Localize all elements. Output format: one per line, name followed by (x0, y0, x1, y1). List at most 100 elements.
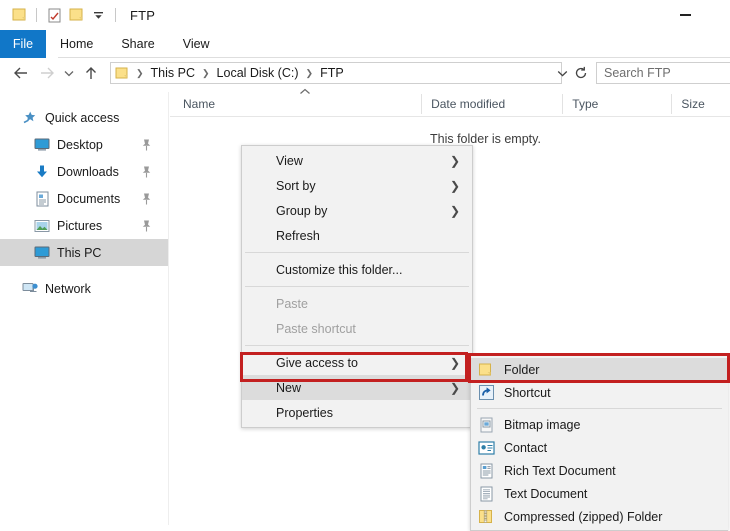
text-document-icon (477, 485, 495, 503)
column-header-type[interactable]: Type (562, 94, 671, 114)
submenu-item-label: Rich Text Document (504, 463, 616, 478)
context-menu-item-label: Paste (276, 296, 308, 311)
folder-icon[interactable] (8, 4, 30, 26)
context-menu-item-refresh[interactable]: Refresh (242, 223, 472, 248)
forward-arrow-icon (34, 60, 60, 86)
context-menu-separator-2 (245, 286, 469, 287)
chevron-right-icon: ❯ (449, 203, 460, 218)
address-bar[interactable]: ❯ This PC ❯ Local Disk (C:) ❯ FTP (110, 62, 562, 84)
context-menu-separator-3 (245, 345, 469, 346)
tab-share[interactable]: Share (107, 30, 168, 58)
tab-home[interactable]: Home (46, 30, 107, 58)
column-header-name[interactable]: Name (170, 94, 421, 114)
submenu-item-label: Contact (504, 440, 548, 455)
context-menu-item-label: Customize this folder... (276, 262, 403, 277)
context-menu-separator-1 (245, 252, 469, 253)
empty-folder-message: This folder is empty. (430, 132, 541, 146)
recent-locations-chevron-icon[interactable] (60, 60, 78, 86)
submenu-item-folder[interactable]: Folder (471, 358, 728, 381)
sidebar-item-desktop[interactable]: Desktop (0, 131, 168, 158)
column-header-date-modified[interactable]: Date modified (421, 94, 562, 114)
breadcrumb-separator-2[interactable]: ❯ (302, 68, 318, 78)
sidebar-item-label: Quick access (45, 110, 120, 125)
zip-folder-icon (477, 508, 495, 526)
up-arrow-icon[interactable] (78, 60, 104, 86)
context-menu-item-customize-this-folder[interactable]: Customize this folder... (242, 257, 472, 282)
submenu-item-label: Shortcut (504, 385, 551, 400)
refresh-icon[interactable] (571, 62, 591, 84)
context-menu-item-label: Paste shortcut (276, 321, 356, 336)
context-menu-item-paste-shortcut: Paste shortcut (242, 316, 472, 341)
context-menu-item-label: Give access to (276, 355, 358, 370)
context-menu-item-label: New (276, 380, 302, 395)
sidebar-item-downloads[interactable]: Downloads (0, 158, 168, 185)
submenu-item-text-document[interactable]: Text Document (471, 482, 728, 505)
properties-icon[interactable] (43, 4, 65, 26)
sidebar-item-quick-access[interactable]: Quick access (0, 104, 168, 131)
column-header-row: Name Date modified Type Size (170, 92, 730, 116)
breadcrumb-separator-0: ❯ (136, 67, 144, 78)
sort-ascending-caret-icon (299, 88, 311, 95)
contact-icon (477, 439, 495, 457)
breadcrumb-ftp[interactable]: FTP (317, 66, 347, 80)
submenu-item-rich-text-document[interactable]: Rich Text Document (471, 459, 728, 482)
context-menu-item-paste: Paste (242, 291, 472, 316)
qat-separator-1 (36, 8, 37, 22)
sidebar-item-this-pc[interactable]: This PC (0, 239, 168, 266)
breadcrumb-separator-1[interactable]: ❯ (198, 68, 214, 78)
sidebar-item-network[interactable]: Network (0, 275, 168, 302)
submenu-item-contact[interactable]: Contact (471, 436, 728, 459)
context-menu: View ❯ Sort by ❯ Group by ❯ Refresh Cust… (241, 145, 473, 428)
context-menu-item-give-access-to[interactable]: Give access to ❯ (242, 350, 472, 375)
folder-icon (477, 361, 495, 379)
sidebar-item-label: Network (45, 281, 91, 296)
minimize-button[interactable] (662, 0, 708, 30)
sidebar-item-label: Downloads (57, 164, 119, 179)
context-menu-item-label: Properties (276, 405, 333, 420)
submenu-item-bitmap-image[interactable]: Bitmap image (471, 413, 728, 436)
context-menu-item-new[interactable]: New ❯ (242, 375, 472, 400)
address-dropdown-icon[interactable] (553, 62, 571, 84)
context-menu-item-view[interactable]: View ❯ (242, 148, 472, 173)
tab-file[interactable]: File (0, 30, 46, 58)
new-submenu: Folder Shortcut Bitmap image Contact Ric… (470, 355, 728, 531)
context-menu-item-sort-by[interactable]: Sort by ❯ (242, 173, 472, 198)
sidebar-item-label: Desktop (57, 137, 103, 152)
context-menu-item-group-by[interactable]: Group by ❯ (242, 198, 472, 223)
desktop-icon (34, 137, 50, 153)
customize-qat-dropdown-icon[interactable] (87, 4, 109, 26)
context-menu-item-properties[interactable]: Properties (242, 400, 472, 425)
pin-icon[interactable] (141, 165, 152, 178)
breadcrumb-this-pc[interactable]: This PC (148, 66, 198, 80)
quick-access-star-icon (22, 110, 38, 126)
column-header-size[interactable]: Size (671, 94, 730, 114)
new-folder-icon[interactable] (65, 4, 87, 26)
back-arrow-icon[interactable] (8, 60, 34, 86)
pin-icon[interactable] (141, 138, 152, 151)
sidebar-item-documents[interactable]: Documents (0, 185, 168, 212)
quick-access-toolbar (0, 4, 122, 26)
submenu-item-label: Compressed (zipped) Folder (504, 509, 663, 524)
breadcrumb-local-disk[interactable]: Local Disk (C:) (214, 66, 302, 80)
submenu-separator-1 (477, 408, 722, 409)
chevron-right-icon: ❯ (449, 178, 460, 193)
downloads-arrow-icon (34, 164, 50, 180)
chevron-right-icon: ❯ (449, 355, 460, 370)
ribbon-tab-bar: File Home Share View (0, 30, 730, 58)
submenu-item-label: Folder (504, 362, 540, 377)
submenu-item-shortcut[interactable]: Shortcut (471, 381, 728, 404)
context-menu-item-label: Group by (276, 203, 328, 218)
sidebar-item-pictures[interactable]: Pictures (0, 212, 168, 239)
pin-icon[interactable] (141, 219, 152, 232)
shortcut-icon (477, 384, 495, 402)
context-menu-item-label: Sort by (276, 178, 316, 193)
tab-view[interactable]: View (169, 30, 224, 58)
title-bar: FTP (0, 0, 730, 30)
sidebar-content-divider (168, 92, 169, 525)
pin-icon[interactable] (141, 192, 152, 205)
search-input[interactable]: Search FTP (596, 62, 730, 84)
this-pc-icon (34, 245, 50, 261)
navigation-sidebar: Quick access Desktop Downloads Documents… (0, 104, 168, 302)
sidebar-item-label: This PC (57, 245, 102, 260)
qat-separator-2 (115, 8, 116, 22)
